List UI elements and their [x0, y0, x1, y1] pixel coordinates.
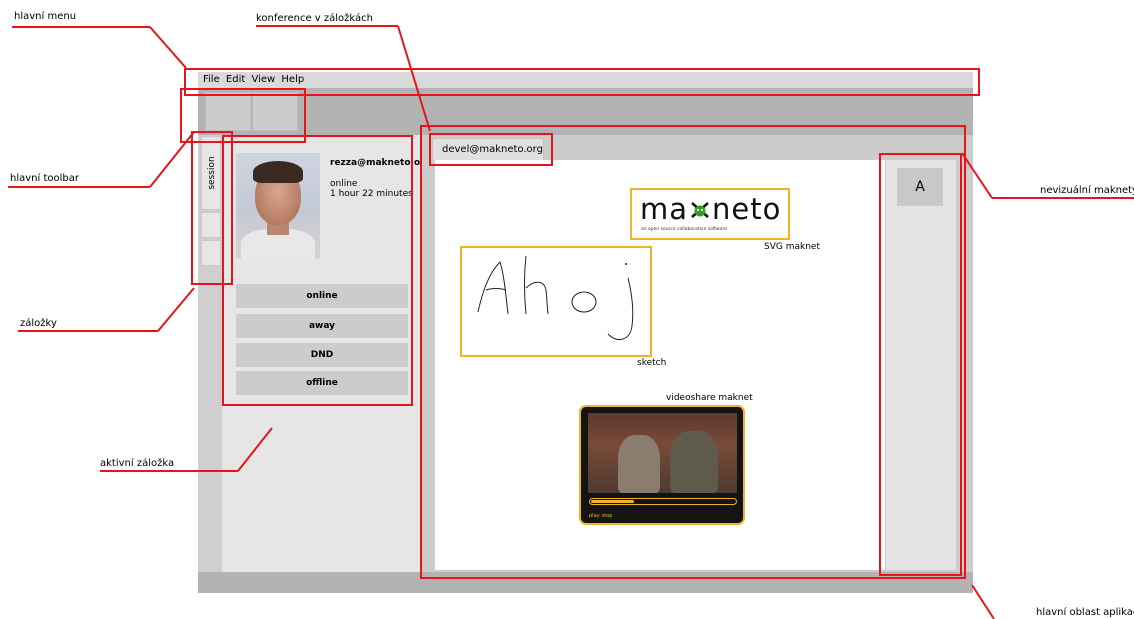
annotation-box-non-visual	[879, 153, 962, 576]
annotation-active-tab: aktivní záložka	[100, 458, 175, 469]
annotation-main-toolbar: hlavní toolbar	[10, 173, 79, 184]
annotation-box-conference-tab	[429, 133, 553, 166]
annotation-tabs: záložky	[20, 318, 57, 329]
annotation-tabbed-conferences: konference v záložkách	[256, 13, 373, 24]
annotation-main-app-area: hlavní oblast aplikace	[1036, 607, 1134, 618]
annotation-non-visual-maknets: nevizuální maknety	[1040, 185, 1134, 196]
annotation-main-menu: hlavní menu	[14, 11, 77, 22]
annotation-box-active-tab	[222, 135, 413, 406]
